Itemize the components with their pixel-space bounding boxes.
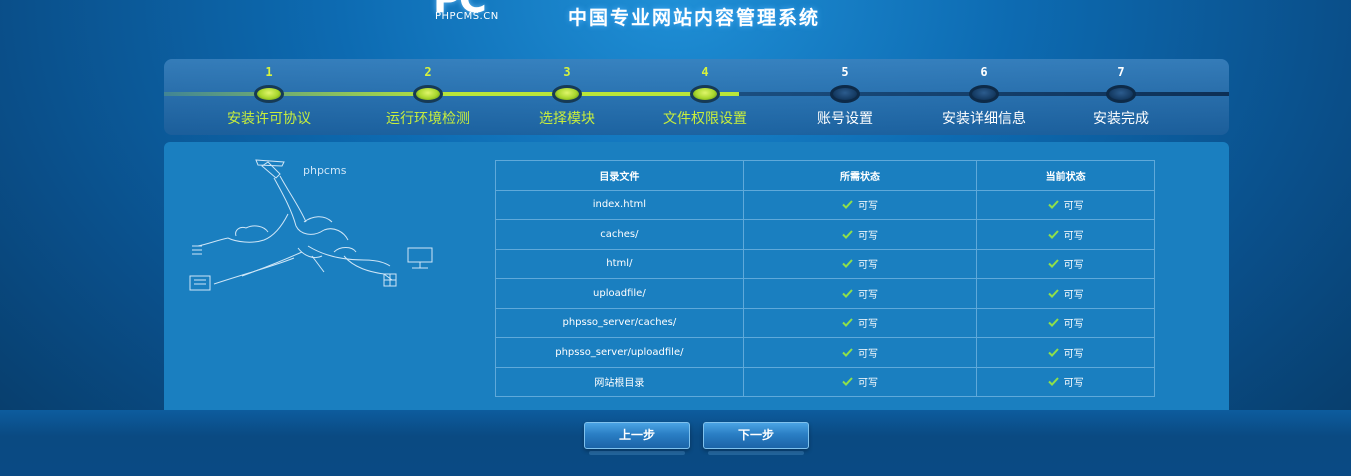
check-icon [842, 377, 853, 387]
current-cell: 可写 [976, 278, 1155, 309]
illustration-brand: phpcms [303, 164, 347, 177]
step-dot [969, 85, 999, 103]
check-icon [1047, 377, 1059, 387]
check-icon [842, 259, 853, 269]
path-cell: 网站根目录 [495, 366, 744, 397]
step-number: 7 [1117, 65, 1125, 79]
step-label: 账号设置 [817, 111, 873, 127]
step-label: 安装详细信息 [942, 111, 1026, 127]
step-number: 2 [424, 65, 432, 79]
step-number: 1 [265, 65, 273, 79]
column-header-current: 当前状态 [976, 160, 1155, 191]
check-icon [842, 200, 853, 210]
step-dot [552, 85, 582, 103]
step-number: 6 [980, 65, 988, 79]
check-icon [1047, 348, 1059, 357]
path-cell: uploadfile/ [495, 278, 744, 309]
required-cell: 可写 [742, 278, 978, 309]
status-text: 可写 [1063, 289, 1084, 301]
table-row: html/ 可写 可写 [495, 248, 1155, 279]
status-text: 可写 [1063, 230, 1084, 242]
step-dot [254, 85, 284, 103]
header: PC PHPCMS.CN 中国专业网站内容管理系统 [0, 0, 1351, 50]
step-label: 选择模块 [539, 111, 595, 127]
current-cell: 可写 [976, 219, 1155, 250]
status-text: 可写 [858, 319, 879, 331]
logo-site-text: PHPCMS.CN [435, 11, 499, 22]
step-label: 文件权限设置 [663, 111, 747, 127]
table-row: 网站根目录 可写 可写 [495, 366, 1155, 397]
step-label: 安装完成 [1093, 111, 1149, 127]
table-row: phpsso_server/caches/ 可写 可写 [495, 307, 1155, 338]
status-text: 可写 [1063, 319, 1084, 331]
status-text: 可写 [1063, 260, 1084, 272]
status-text: 可写 [858, 378, 879, 390]
install-steps-bar: 1 安装许可协议 2 运行环境检测 3 选择模块 4 文件权限设置 5 账号设置… [164, 59, 1229, 135]
check-icon [1047, 200, 1059, 210]
status-text: 可写 [1063, 201, 1084, 213]
required-cell: 可写 [742, 337, 978, 368]
table-header-row: 目录文件 所需状态 当前状态 [495, 160, 1155, 191]
check-icon [842, 230, 853, 239]
check-icon [1047, 259, 1059, 269]
check-icon [842, 289, 853, 298]
path-cell: caches/ [495, 219, 744, 250]
status-text: 可写 [858, 289, 879, 301]
step-number: 4 [701, 65, 709, 79]
check-icon [1047, 318, 1059, 328]
current-cell: 可写 [976, 307, 1155, 338]
status-text: 可写 [858, 260, 879, 272]
next-step-button[interactable]: 下一步 [703, 422, 809, 455]
table-row: uploadfile/ 可写 可写 [495, 278, 1155, 309]
required-cell: 可写 [742, 366, 978, 397]
status-text: 可写 [1063, 378, 1084, 390]
step-dot [830, 85, 860, 103]
column-header-required: 所需状态 [742, 160, 978, 191]
current-cell: 可写 [976, 189, 1155, 220]
phpcms-logo: PC PHPCMS.CN [433, 0, 527, 22]
system-title: 中国专业网站内容管理系统 [568, 7, 821, 29]
progress-line-done [164, 92, 739, 96]
status-text: 可写 [858, 348, 879, 360]
step-label: 运行环境检测 [386, 111, 470, 127]
current-cell: 可写 [976, 337, 1155, 368]
table-row: caches/ 可写 可写 [495, 219, 1155, 250]
column-header-path: 目录文件 [495, 160, 744, 191]
required-cell: 可写 [742, 307, 978, 338]
required-cell: 可写 [742, 189, 978, 220]
network-illustration: phpcms [184, 156, 444, 296]
file-permissions-table: 目录文件 所需状态 当前状态 index.html 可写 可写 caches/ … [495, 160, 1155, 397]
current-cell: 可写 [976, 248, 1155, 279]
step-number: 5 [841, 65, 849, 79]
required-cell: 可写 [742, 219, 978, 250]
check-icon [842, 348, 853, 357]
path-cell: index.html [495, 189, 744, 220]
status-text: 可写 [1063, 348, 1084, 360]
required-cell: 可写 [742, 248, 978, 279]
current-cell: 可写 [976, 366, 1155, 397]
table-row: index.html 可写 可写 [495, 189, 1155, 220]
path-cell: phpsso_server/caches/ [495, 307, 744, 338]
status-text: 可写 [858, 201, 879, 213]
status-text: 可写 [858, 230, 879, 242]
step-dot [413, 85, 443, 103]
content-panel: phpcms 目录文件 所需状态 当前状态 index.html 可写 可写 c… [164, 142, 1229, 410]
path-cell: html/ [495, 248, 744, 279]
table-row: phpsso_server/uploadfile/ 可写 可写 [495, 337, 1155, 368]
step-label: 安装许可协议 [227, 111, 311, 127]
step-dot [1106, 85, 1136, 103]
prev-step-button[interactable]: 上一步 [584, 422, 690, 455]
path-cell: phpsso_server/uploadfile/ [495, 337, 744, 368]
check-icon [842, 318, 853, 328]
network-hands-icon [189, 159, 433, 291]
step-number: 3 [563, 65, 571, 79]
step-dot [690, 85, 720, 103]
check-icon [1047, 289, 1059, 298]
check-icon [1047, 230, 1059, 239]
